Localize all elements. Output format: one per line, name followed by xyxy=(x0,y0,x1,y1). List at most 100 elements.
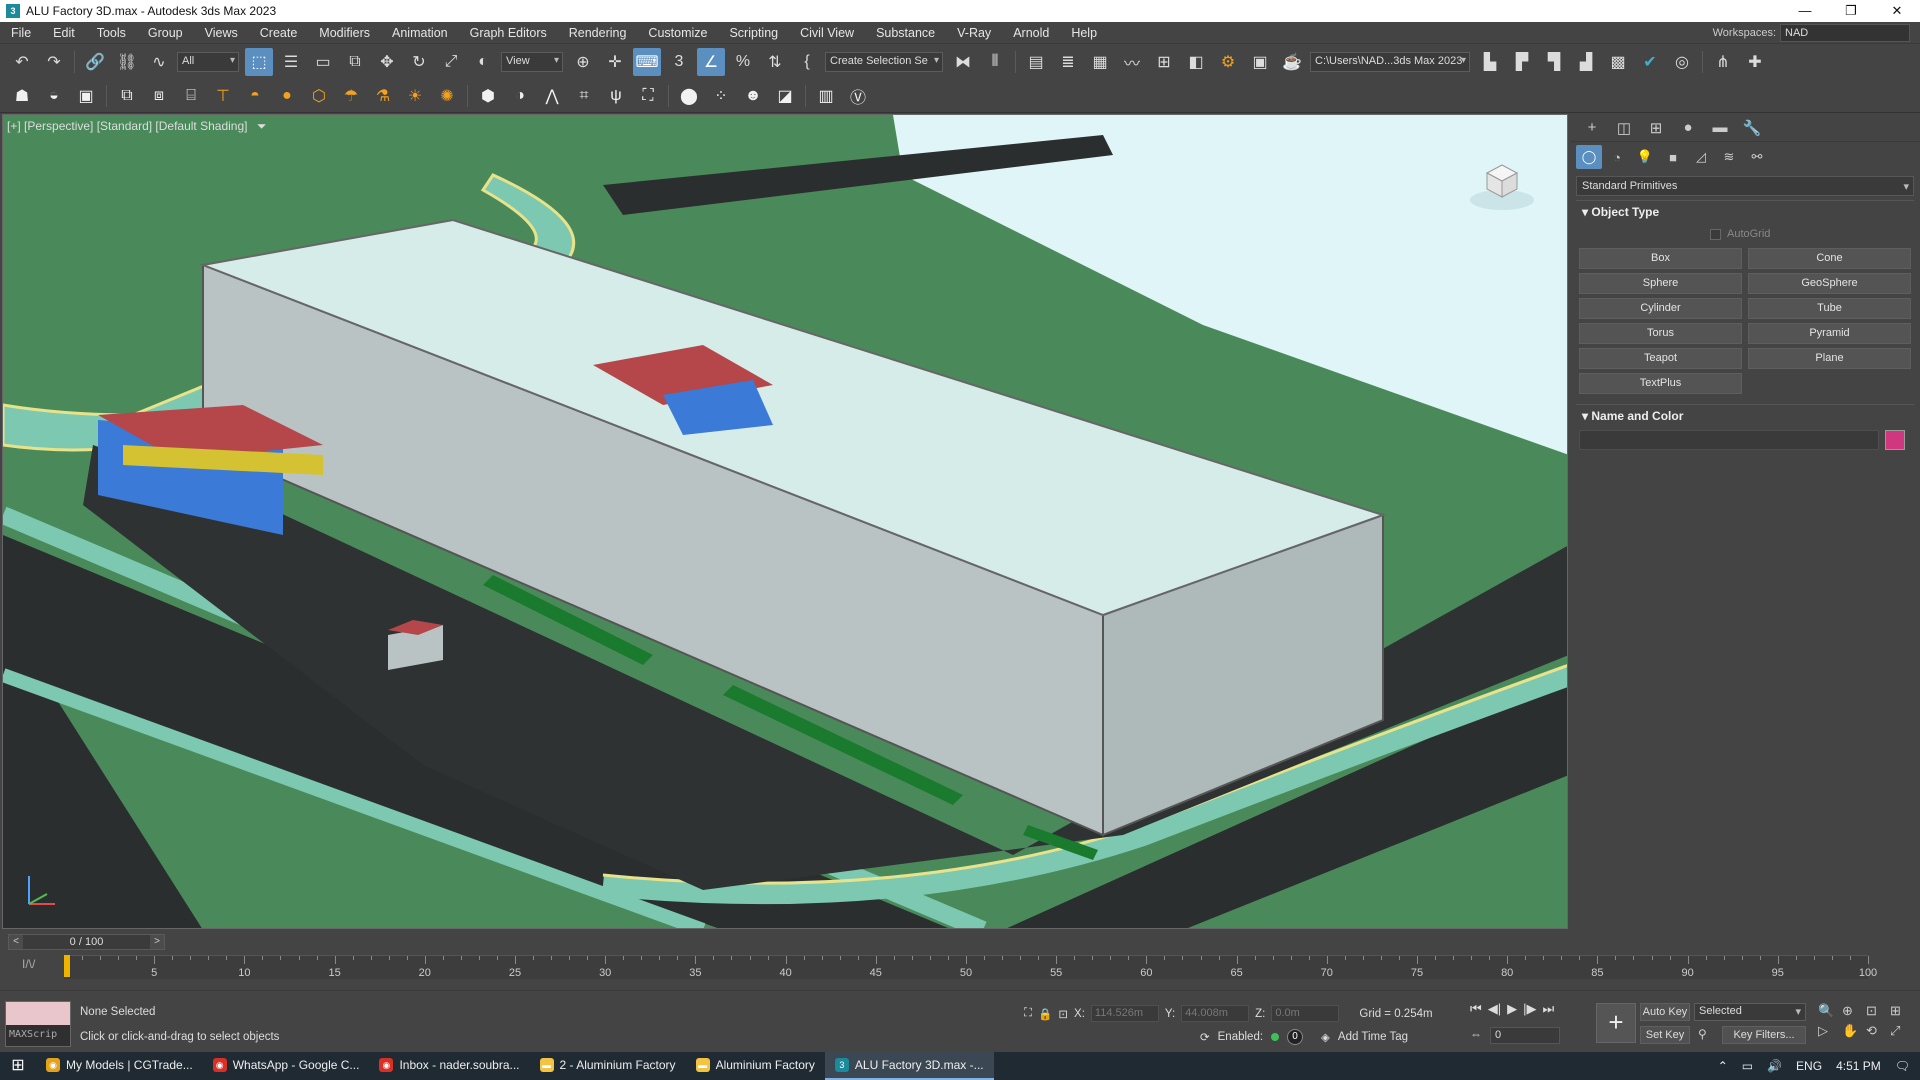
box-button[interactable]: Box xyxy=(1579,248,1742,269)
motion-tab-icon[interactable]: ● xyxy=(1672,119,1704,136)
placement-icon[interactable]: ◐ xyxy=(469,48,497,76)
menu-animation[interactable]: Animation xyxy=(381,22,459,44)
pyramid-button[interactable]: Pyramid xyxy=(1748,323,1911,344)
utilities-tab-icon[interactable]: 🔧 xyxy=(1736,119,1768,137)
select-manipulate-icon[interactable]: ✛ xyxy=(601,48,629,76)
torus-button[interactable]: Torus xyxy=(1579,323,1742,344)
key-mode-icon[interactable]: ⚲ xyxy=(1698,1027,1707,1041)
previous-frame-icon[interactable]: ◀| xyxy=(1488,1001,1501,1017)
adaptive-degradation-icon[interactable]: ⟳ xyxy=(1200,1030,1210,1044)
enabled-indicator[interactable] xyxy=(1271,1033,1280,1041)
auto-key-button[interactable]: Auto Key xyxy=(1640,1003,1690,1021)
funnel-icon[interactable]: ⏷ xyxy=(257,119,267,133)
current-frame-field[interactable]: 0 xyxy=(1490,1027,1560,1044)
vray-sun-icon[interactable]: ☀ xyxy=(401,82,429,110)
cone-button[interactable]: Cone xyxy=(1748,248,1911,269)
zoom-all-icon[interactable]: ⊕ xyxy=(1842,1003,1864,1019)
cylinder-button[interactable]: Cylinder xyxy=(1579,298,1742,319)
menu-customize[interactable]: Customize xyxy=(637,22,718,44)
spinner-snap-icon[interactable]: ⇅ xyxy=(761,48,789,76)
vray-ies-light-icon[interactable]: ☂ xyxy=(337,82,365,110)
go-to-start-icon[interactable]: ⏮ xyxy=(1470,1001,1482,1017)
hierarchy-tab-icon[interactable]: ⊞ xyxy=(1640,119,1672,137)
menu-scripting[interactable]: Scripting xyxy=(718,22,789,44)
render-setup-icon[interactable]: ⚙ xyxy=(1214,48,1242,76)
render-icon[interactable]: ◒ xyxy=(40,82,68,110)
rendered-frame-window-icon[interactable]: ▣ xyxy=(1246,48,1274,76)
taskbar-item-folder[interactable]: ▬ Aluminium Factory xyxy=(686,1052,825,1080)
cameras-icon[interactable]: ■ xyxy=(1660,145,1686,169)
checkmark-icon[interactable]: ✔ xyxy=(1636,48,1664,76)
shapes-icon[interactable]: ◔ xyxy=(1604,145,1630,169)
autogrid-checkbox[interactable]: AutoGrid xyxy=(1710,224,1920,244)
time-slider-next-icon[interactable]: > xyxy=(150,935,164,949)
menu-civil-view[interactable]: Civil View xyxy=(789,22,865,44)
mini-curve-editor-icon[interactable]: I/\/ xyxy=(22,957,35,971)
mirror-icon[interactable]: ⧓ xyxy=(949,48,977,76)
link-icon[interactable]: 🔗 xyxy=(81,48,109,76)
restore-button[interactable]: ❐ xyxy=(1828,0,1874,22)
time-config-icon[interactable]: ⇔ xyxy=(1470,1027,1482,1041)
taskbar-item-whatsapp[interactable]: ◉ WhatsApp - Google C... xyxy=(203,1052,370,1080)
object-type-rollout[interactable]: ▾ Object Type xyxy=(1576,200,1914,222)
edit-named-selection-icon[interactable]: { xyxy=(793,48,821,76)
maximize-viewport-icon[interactable]: ⤢ xyxy=(1890,1023,1912,1039)
save-icon[interactable]: ▜ xyxy=(1540,48,1568,76)
rectangular-selection-icon[interactable]: ▭ xyxy=(309,48,337,76)
autogrid-checkbox-box[interactable] xyxy=(1710,228,1721,240)
pivot-center-icon[interactable]: ⊕ xyxy=(569,48,597,76)
vray-logo-icon[interactable]: Ⓥ xyxy=(844,82,872,110)
perspective-viewport[interactable]: [+] [Perspective] [Standard] [Default Sh… xyxy=(2,114,1568,929)
scene-explorer-icon[interactable]: ▤ xyxy=(1022,48,1050,76)
vray-render-icon[interactable]: ⧈ xyxy=(145,82,173,110)
viewport-label[interactable]: [+] [Perspective] [Standard] [Default Sh… xyxy=(7,119,266,134)
material-library-icon[interactable]: ⁘ xyxy=(707,82,735,110)
project-folder-dropdown[interactable]: C:\Users\NAD...3ds Max 2023 xyxy=(1310,52,1470,72)
scale-icon[interactable]: ⤢ xyxy=(437,48,465,76)
material-browser-icon[interactable]: ◪ xyxy=(771,82,799,110)
timeline-playhead[interactable] xyxy=(64,955,70,977)
menu-modifiers[interactable]: Modifiers xyxy=(308,22,381,44)
vray-scatter-icon[interactable]: ⌗ xyxy=(570,82,598,110)
print-icon[interactable]: ▩ xyxy=(1604,48,1632,76)
menu-create[interactable]: Create xyxy=(249,22,309,44)
menu-tools[interactable]: Tools xyxy=(86,22,137,44)
zoom-extents-icon[interactable]: ⊡ xyxy=(1866,1003,1888,1019)
vray-decal-icon[interactable]: ⛶ xyxy=(634,82,662,110)
maxscript-input[interactable] xyxy=(6,1002,70,1025)
material-converter-icon[interactable]: ☻ xyxy=(739,82,767,110)
go-to-end-icon[interactable]: ⏭ xyxy=(1542,1001,1554,1017)
object-name-field[interactable] xyxy=(1579,430,1879,450)
vray-ambient-light-icon[interactable]: ⚗ xyxy=(369,82,397,110)
next-frame-icon[interactable]: |▶ xyxy=(1523,1001,1536,1017)
viewcube[interactable] xyxy=(1467,155,1537,215)
zoom-extents-all-icon[interactable]: ⊞ xyxy=(1890,1003,1912,1019)
orbit-icon[interactable]: ⟲ xyxy=(1866,1023,1888,1039)
tube-button[interactable]: Tube xyxy=(1748,298,1911,319)
menu-substance[interactable]: Substance xyxy=(865,22,946,44)
lights-icon[interactable]: 💡 xyxy=(1632,145,1658,169)
named-selection-dropdown[interactable]: Create Selection Se xyxy=(825,52,943,72)
render-production-icon[interactable]: ☕ xyxy=(1278,48,1306,76)
vray-settings-icon[interactable]: ▥ xyxy=(812,82,840,110)
menu-edit[interactable]: Edit xyxy=(42,22,86,44)
close-button[interactable]: ✕ xyxy=(1874,0,1920,22)
object-color-swatch[interactable] xyxy=(1885,430,1905,450)
x-coordinate-field[interactable]: 114.526m xyxy=(1090,1005,1159,1022)
reference-coordinate-dropdown[interactable]: View xyxy=(501,52,563,72)
network-icon[interactable]: ▭ xyxy=(1742,1059,1753,1073)
tray-chevron-icon[interactable]: ⌃ xyxy=(1718,1059,1728,1073)
select-by-name-icon[interactable]: ☰ xyxy=(277,48,305,76)
undo-icon[interactable]: ↶ xyxy=(8,48,36,76)
menu-vray[interactable]: V-Ray xyxy=(946,22,1002,44)
open-icon[interactable]: ▛ xyxy=(1508,48,1536,76)
rotate-icon[interactable]: ↻ xyxy=(405,48,433,76)
angle-snap-icon[interactable]: ∠ xyxy=(697,48,725,76)
clock[interactable]: 4:51 PM xyxy=(1836,1059,1881,1073)
menu-graph-editors[interactable]: Graph Editors xyxy=(459,22,558,44)
pan-icon[interactable]: ✋ xyxy=(1842,1023,1864,1039)
vray-lightmix-icon[interactable]: ✺ xyxy=(433,82,461,110)
modify-tab-icon[interactable]: ◫ xyxy=(1608,119,1640,137)
menu-arnold[interactable]: Arnold xyxy=(1002,22,1060,44)
textplus-button[interactable]: TextPlus xyxy=(1579,373,1742,394)
